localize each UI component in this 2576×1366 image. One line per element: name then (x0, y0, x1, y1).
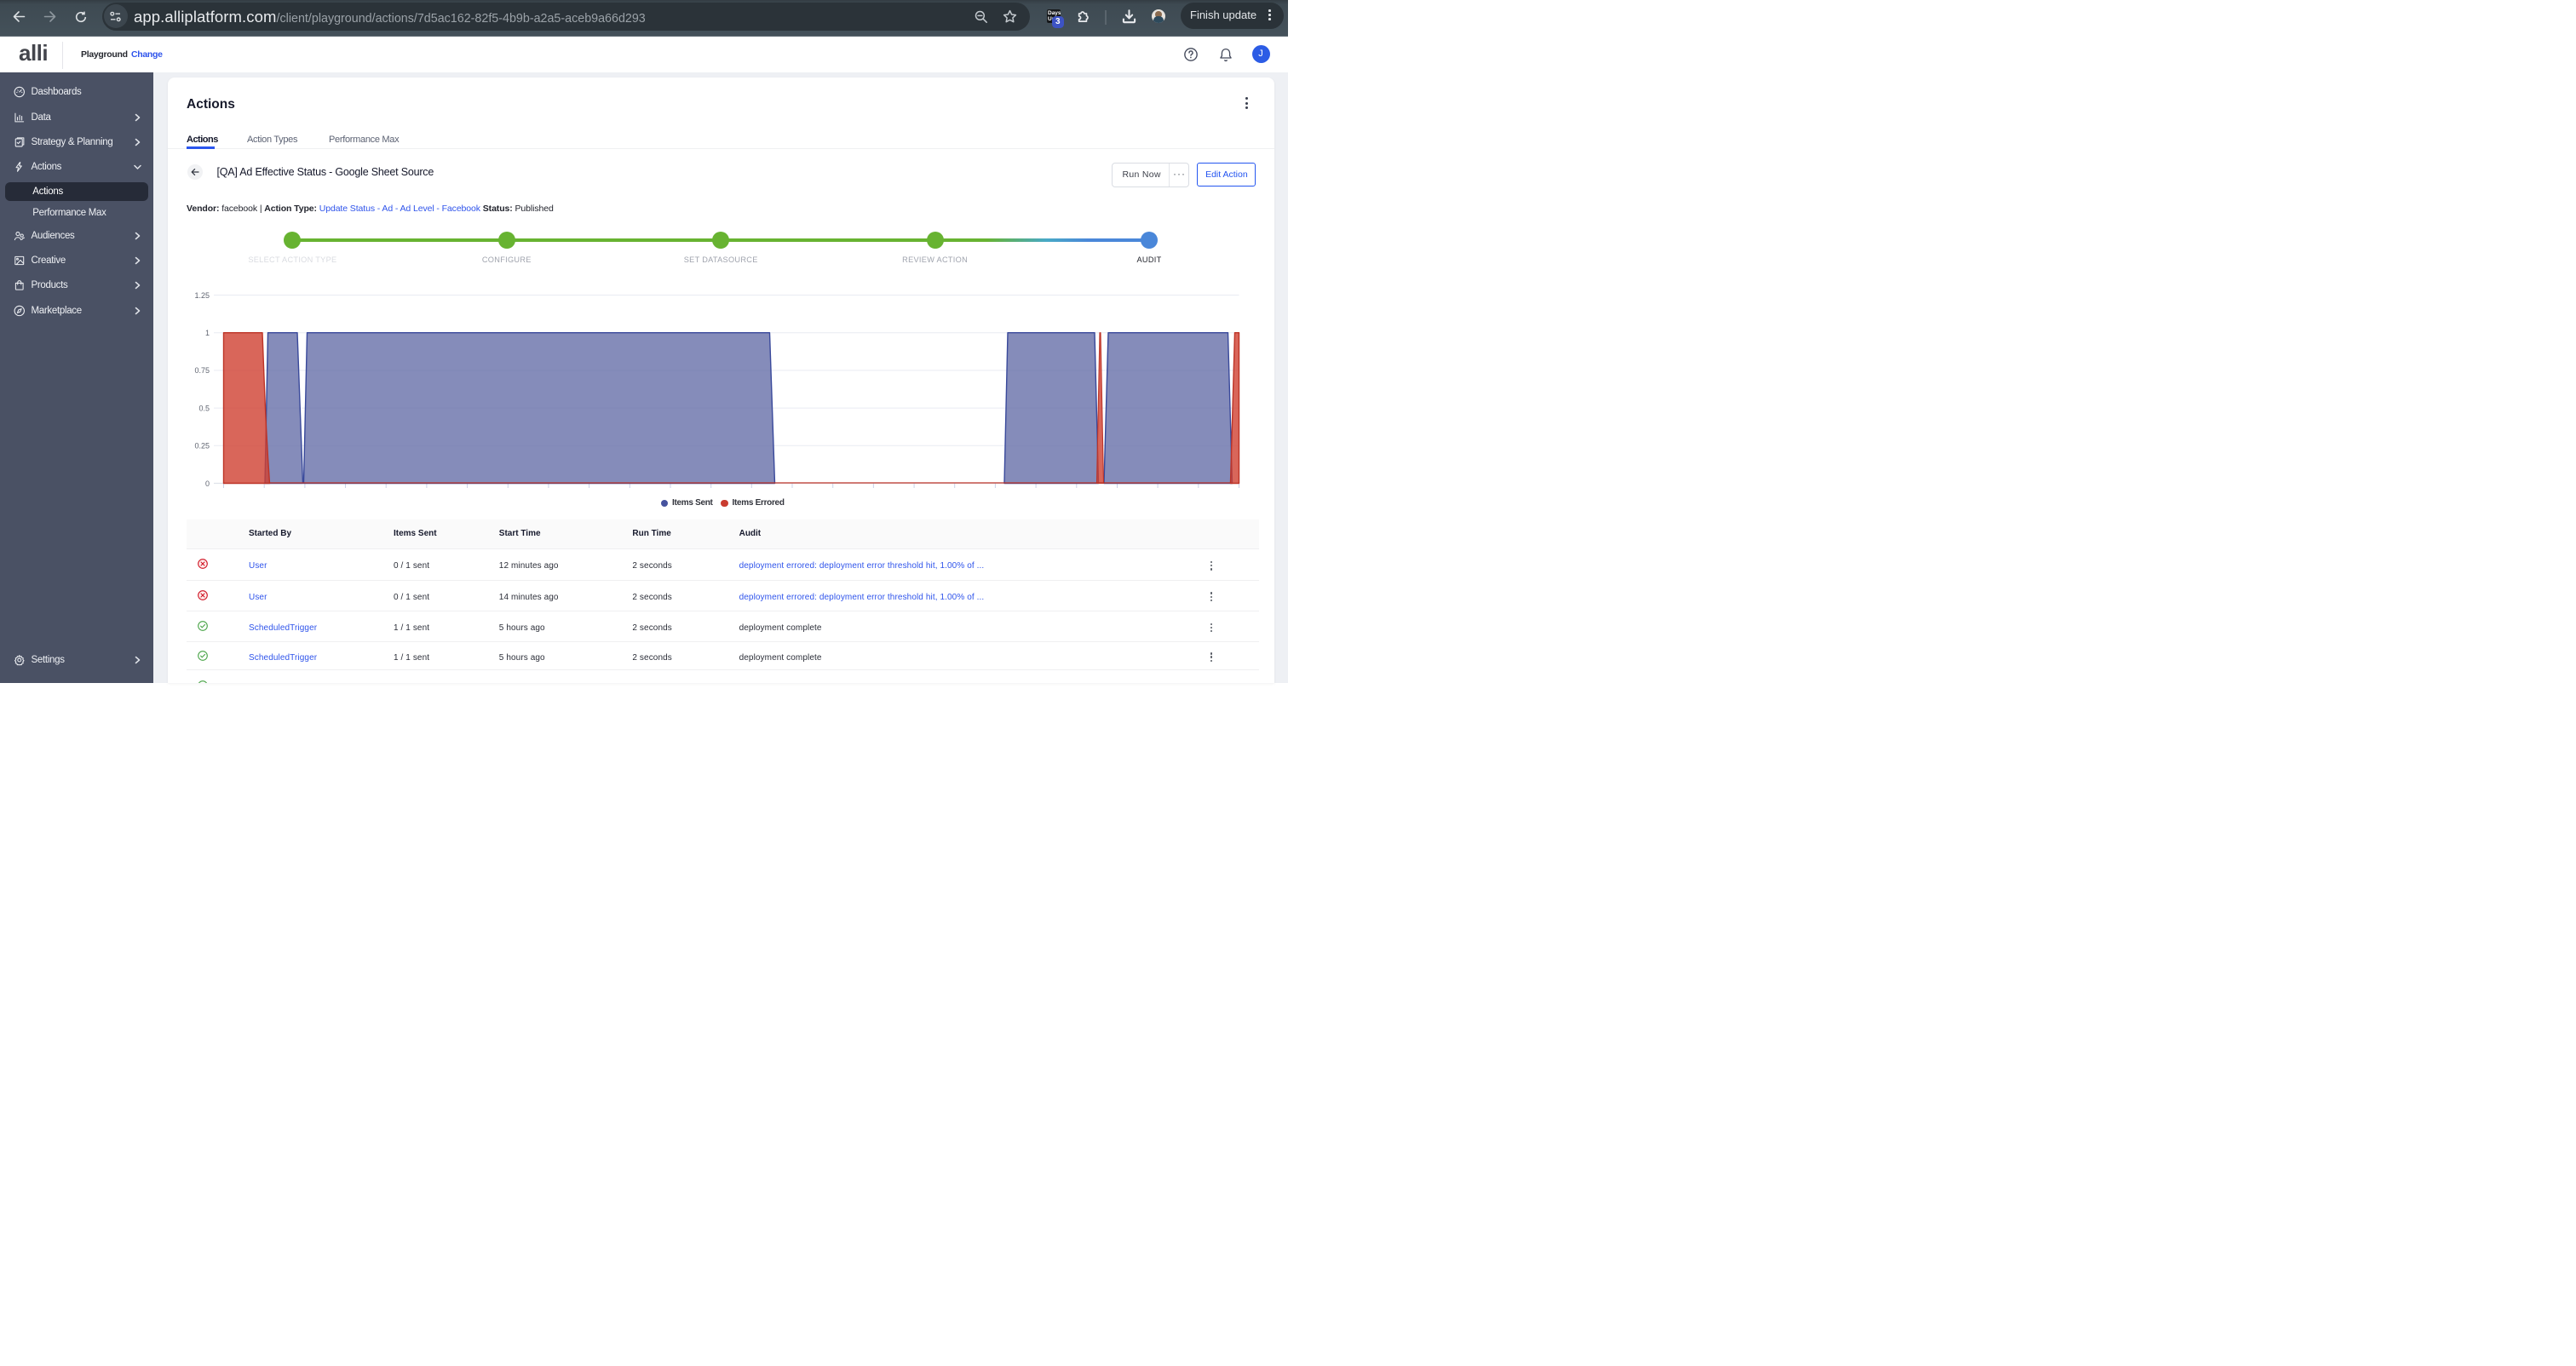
svg-text:0.25: 0.25 (194, 442, 210, 451)
svg-text:1: 1 (205, 329, 210, 337)
svg-text:0.5: 0.5 (198, 404, 210, 412)
svg-text:0: 0 (205, 479, 210, 488)
svg-text:0.75: 0.75 (194, 366, 210, 375)
svg-text:1.25: 1.25 (194, 291, 210, 300)
